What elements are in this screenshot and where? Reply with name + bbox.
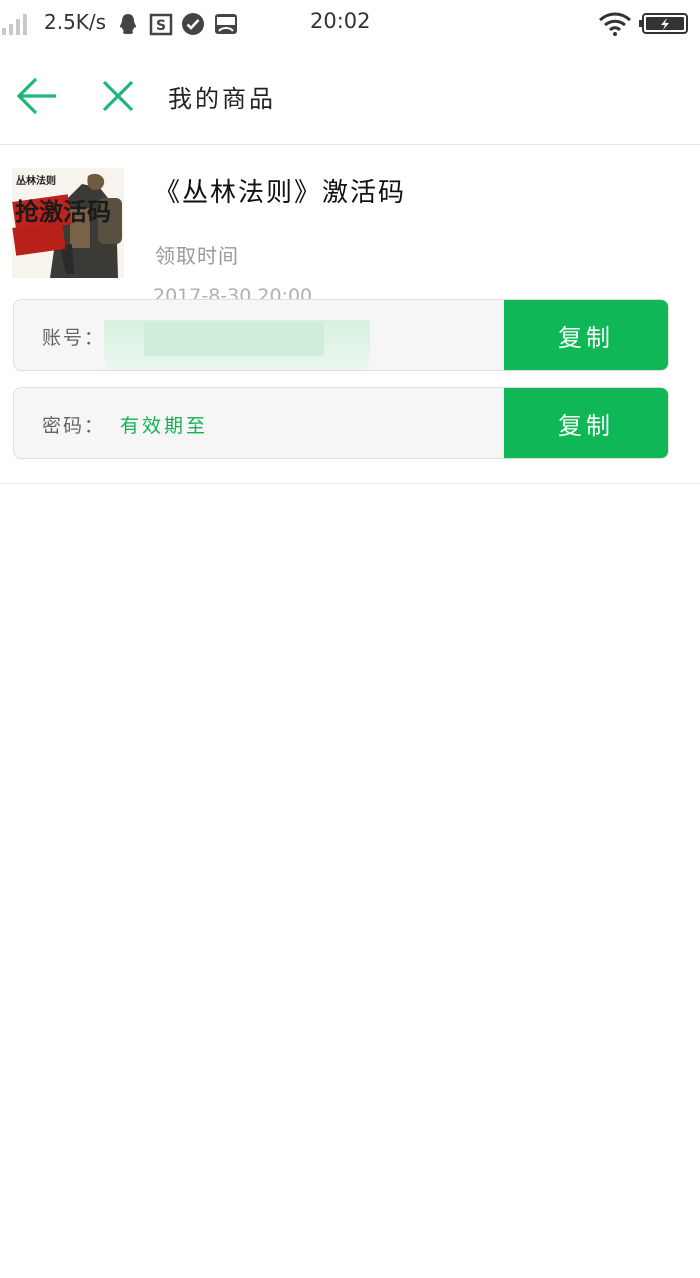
account-label: 账号： [42, 327, 106, 349]
image-overlay-main: 抢激活码 [15, 198, 111, 226]
page-title: 我的商品 [168, 85, 276, 113]
account-redaction [104, 320, 370, 370]
arrow-left-icon[interactable] [16, 76, 60, 116]
battery-charging-icon [639, 13, 688, 34]
account-row: 账号： 复制 [13, 299, 669, 371]
net-speed: 2.5K/s [44, 10, 107, 34]
vivo-app-icon [215, 14, 237, 34]
password-row: 密码： 有效期至 复制 [13, 387, 669, 459]
receive-time-label: 领取时间 [155, 244, 239, 268]
check-circle-icon [182, 13, 204, 35]
close-icon[interactable] [100, 78, 136, 114]
wifi-icon [599, 12, 631, 36]
status-time: 20:02 [310, 9, 371, 33]
copy-password-button[interactable]: 复制 [504, 388, 668, 458]
copy-account-button[interactable]: 复制 [504, 300, 668, 370]
qq-icon [120, 14, 136, 34]
s-app-icon: S [149, 13, 173, 36]
product-image: 抢激活码 丛林法则 [12, 168, 124, 278]
product-title: 《丛林法则》激活码 [154, 178, 407, 208]
password-label: 密码： [42, 415, 106, 437]
section-divider [0, 483, 700, 484]
signal-icon [2, 14, 27, 35]
password-value: 有效期至 [120, 415, 209, 437]
status-bar: 2.5K/s S 20:02 [0, 0, 700, 48]
svg-text:S: S [156, 18, 166, 34]
image-overlay-top: 丛林法则 [16, 174, 56, 187]
app-header: 我的商品 [0, 48, 700, 145]
